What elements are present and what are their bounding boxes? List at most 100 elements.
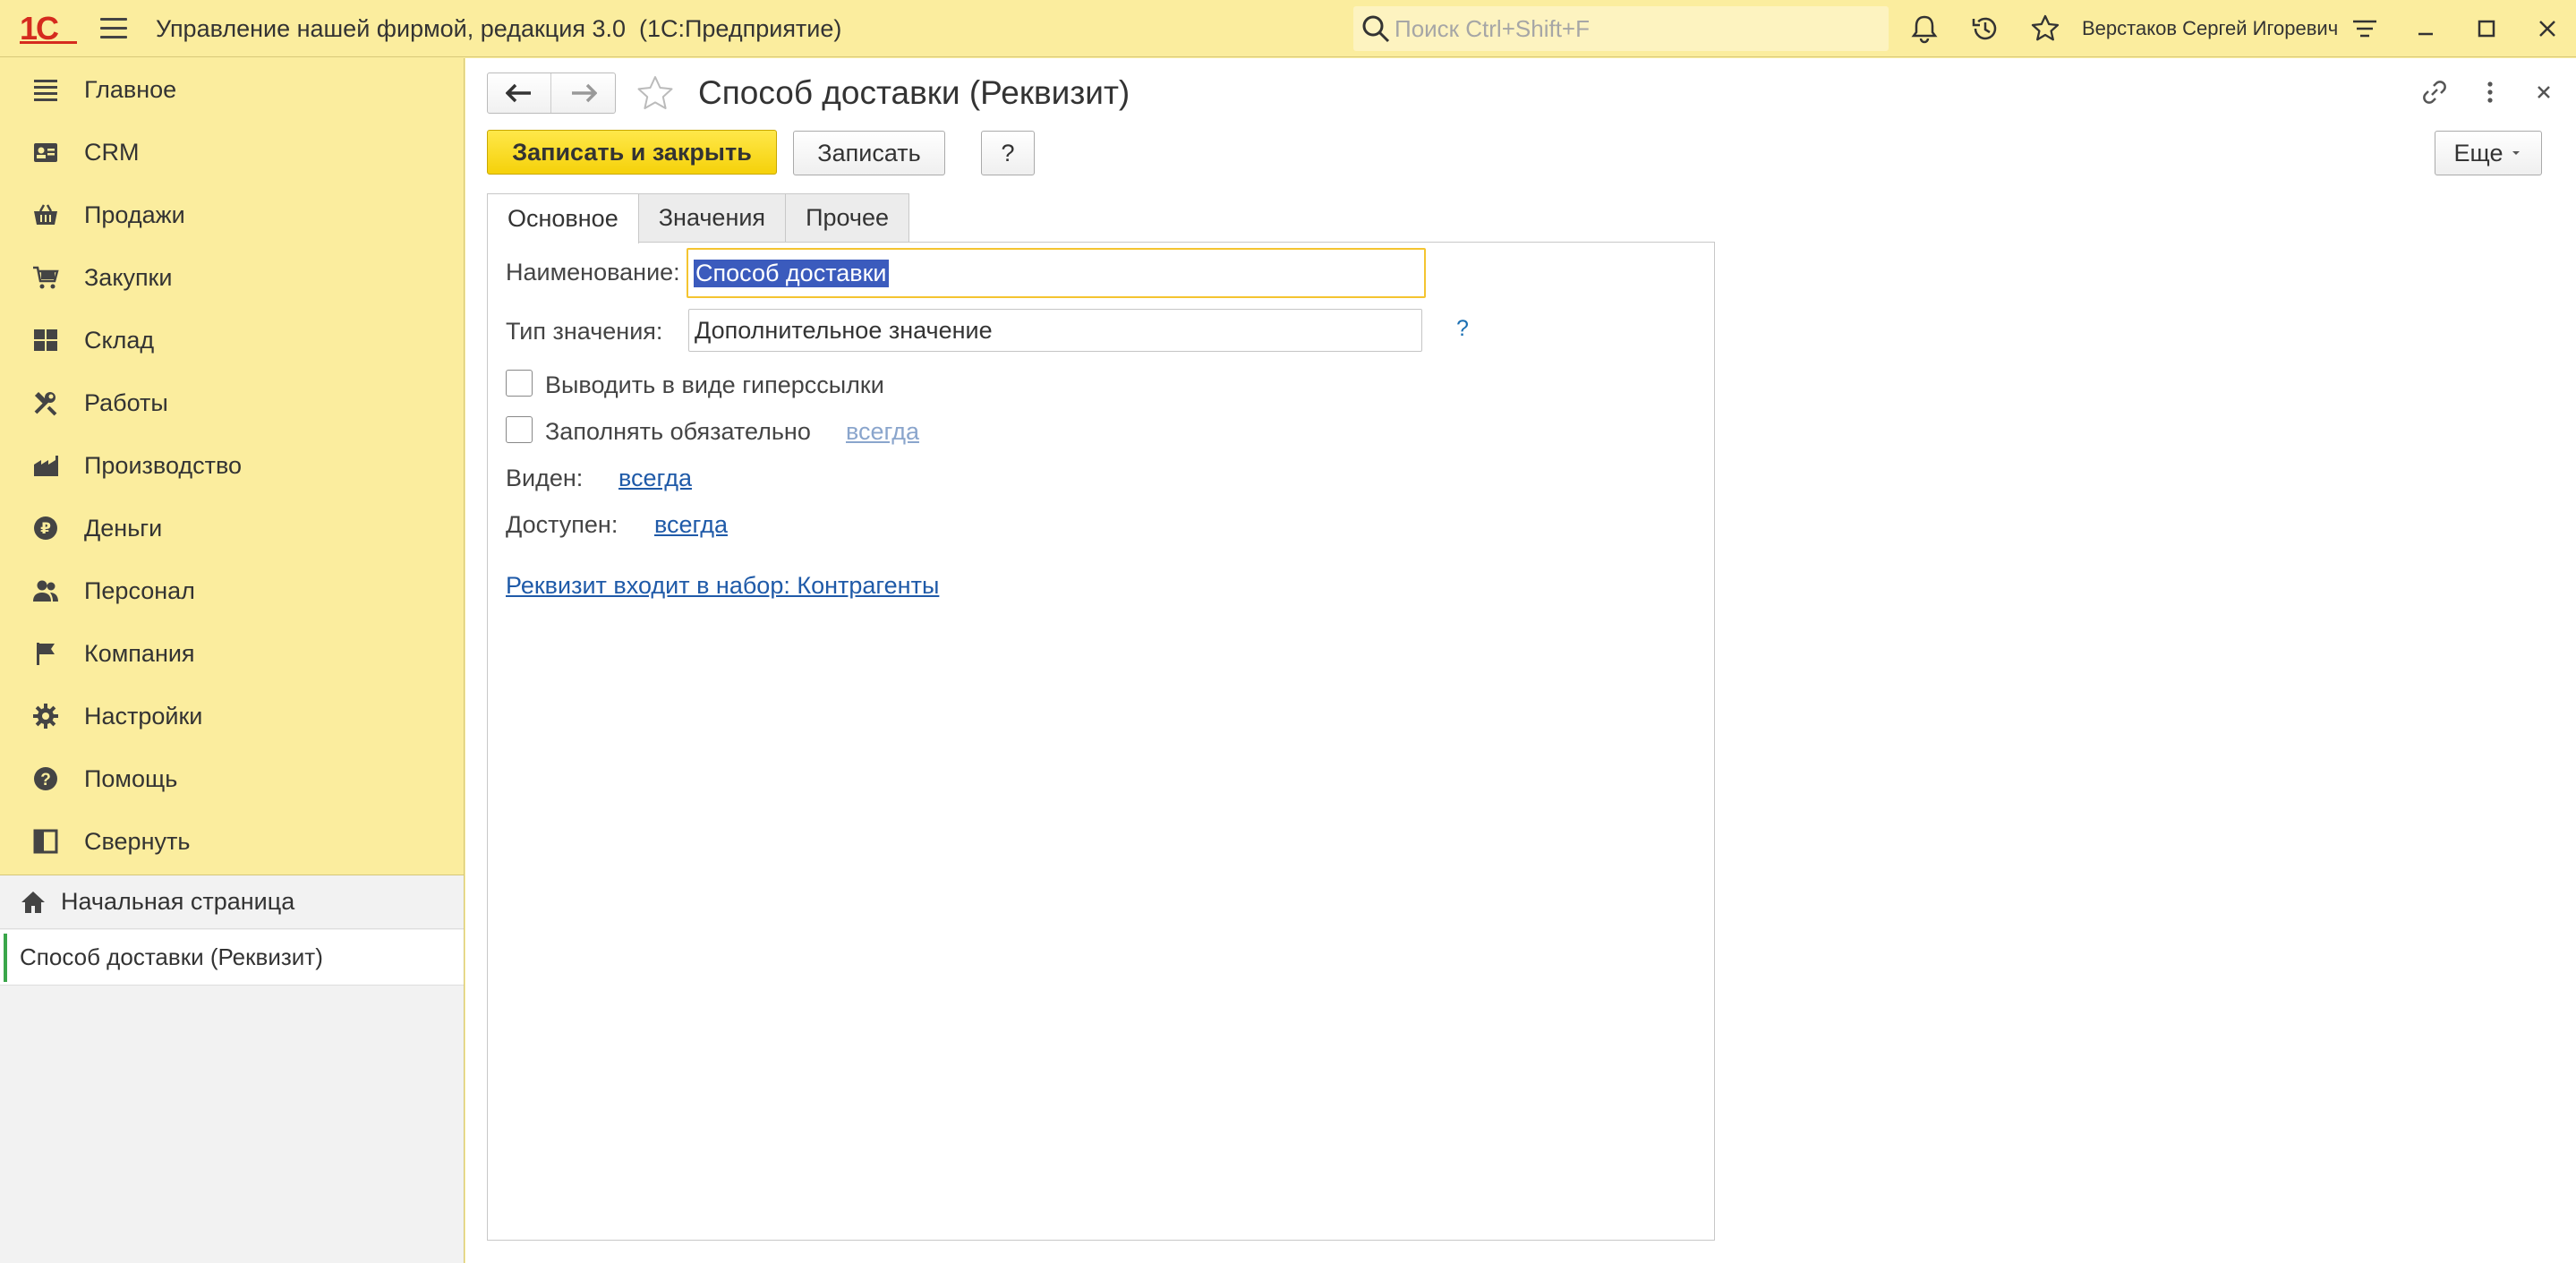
hyperlink-checkbox-label[interactable]: Выводить в виде гиперссылки — [545, 371, 884, 399]
home-page-label: Начальная страница — [61, 888, 295, 915]
ruble-coin-icon: ₽ — [30, 513, 61, 543]
sidebar-item-help[interactable]: ? Помощь — [0, 747, 465, 810]
sidebar-item-label: Компания — [84, 639, 195, 667]
flag-icon — [30, 638, 61, 669]
sidebar-item-personnel[interactable]: Персонал — [0, 559, 465, 622]
visible-label: Виден: — [506, 465, 584, 491]
favorites-star-icon[interactable] — [2029, 13, 2061, 45]
sidebar-item-sales[interactable]: Продажи — [0, 183, 465, 246]
arrow-left-icon — [506, 83, 531, 103]
tab-panel-main: Наименование: Способ доставки Тип значен… — [487, 242, 1715, 1241]
tab-other[interactable]: Прочее — [785, 193, 910, 242]
save-button[interactable]: Записать — [793, 131, 945, 175]
back-button[interactable] — [488, 73, 551, 113]
open-window-label: Способ доставки (Реквизит) — [20, 943, 323, 970]
required-checkbox[interactable] — [506, 416, 533, 443]
value-type-help-link[interactable]: ? — [1456, 316, 1469, 342]
search-icon — [1362, 15, 1390, 43]
sidebar-item-purchases[interactable]: Закупки — [0, 246, 465, 309]
sidebar-item-settings[interactable]: Настройки — [0, 685, 465, 747]
form-window: Способ доставки (Реквизит) Записать и за… — [465, 58, 2576, 1263]
sidebar-item-label: CRM — [84, 138, 140, 166]
save-and-close-button[interactable]: Записать и закрыть — [487, 130, 777, 175]
hyperlink-checkbox[interactable] — [506, 370, 533, 397]
sidebar-item-production[interactable]: Производство — [0, 434, 465, 497]
sidebar-item-label: Работы — [84, 388, 168, 416]
home-page-item[interactable]: Начальная страница — [0, 875, 464, 929]
open-window-item[interactable]: Способ доставки (Реквизит) — [0, 930, 464, 986]
sidebar-item-label: Склад — [84, 326, 155, 354]
name-label: Наименование: — [506, 259, 680, 286]
shopping-cart-icon — [30, 262, 61, 293]
sidebar-item-collapse[interactable]: Свернуть — [0, 810, 465, 873]
required-condition-link[interactable]: всегда — [846, 418, 919, 446]
sidebar-item-crm[interactable]: CRM — [0, 121, 465, 183]
bell-icon[interactable] — [1908, 13, 1941, 45]
forward-button[interactable] — [551, 73, 615, 113]
sidebar-item-label: Настройки — [84, 702, 203, 730]
1c-logo[interactable]: 1С — [20, 11, 77, 47]
help-button[interactable]: ? — [981, 131, 1035, 175]
sidebar-item-label: Свернуть — [84, 827, 191, 855]
sidebar-item-label: Продажи — [84, 201, 185, 228]
contact-card-icon — [30, 137, 61, 167]
app-title: Управление нашей фирмой, редакция 3.0 (1… — [156, 15, 842, 42]
tab-values[interactable]: Значения — [637, 193, 787, 242]
search-input[interactable] — [1395, 14, 1878, 43]
visible-condition-link[interactable]: всегда — [618, 465, 692, 492]
main-menu-icon[interactable] — [100, 18, 127, 39]
shopping-basket-icon — [30, 200, 61, 230]
sidebar-item-label: Главное — [84, 75, 177, 103]
sidebar: Главное CRM Продажи Закупки Склад Работы… — [0, 58, 465, 875]
more-vertical-icon[interactable] — [2474, 76, 2506, 108]
value-type-field[interactable]: Дополнительное значение — [688, 309, 1422, 352]
list-icon — [30, 74, 61, 105]
sidebar-item-warehouse[interactable]: Склад — [0, 309, 465, 371]
collapse-panel-icon — [30, 826, 61, 857]
name-field-value: Способ доставки — [694, 259, 889, 287]
sidebar-item-company[interactable]: Компания — [0, 622, 465, 685]
sidebar-item-label: Помощь — [84, 764, 178, 792]
more-button-label: Еще — [2453, 139, 2503, 166]
home-icon — [21, 892, 45, 913]
global-search[interactable] — [1353, 6, 1889, 51]
chevron-down-icon — [2512, 151, 2521, 155]
svg-text:?: ? — [40, 771, 51, 789]
settings-lines-icon[interactable] — [2349, 13, 2381, 45]
available-condition-link[interactable]: всегда — [654, 511, 728, 539]
close-form-icon[interactable] — [2528, 76, 2560, 108]
warehouse-grid-icon — [30, 325, 61, 355]
sidebar-item-label: Производство — [84, 451, 243, 479]
gear-icon — [30, 701, 61, 731]
link-icon[interactable] — [2418, 76, 2451, 108]
name-field[interactable]: Способ доставки — [687, 248, 1426, 298]
history-nav — [487, 73, 616, 114]
form-tabs: Основное Значения Прочее — [487, 193, 910, 243]
attribute-set-link[interactable]: Реквизит входит в набор: Контрагенты — [506, 572, 939, 600]
factory-icon — [30, 450, 61, 481]
history-icon[interactable] — [1969, 13, 2001, 45]
help-circle-icon: ? — [30, 764, 61, 794]
add-to-favorites-star-icon[interactable] — [635, 74, 675, 114]
value-type-label: Тип значения: — [506, 318, 663, 345]
arrow-right-icon — [571, 83, 597, 103]
sidebar-item-main[interactable]: Главное — [0, 58, 465, 121]
more-button[interactable]: Еще — [2435, 131, 2542, 175]
sidebar-item-label: Персонал — [84, 576, 195, 604]
active-window-marker — [4, 934, 7, 982]
sidebar-item-label: Деньги — [84, 514, 163, 542]
sidebar-item-money[interactable]: ₽ Деньги — [0, 497, 465, 559]
sidebar-item-works[interactable]: Работы — [0, 371, 465, 434]
open-windows-panel: Начальная страница Способ доставки (Рекв… — [0, 875, 465, 1263]
form-title: Способ доставки (Реквизит) — [698, 74, 1130, 111]
tools-icon — [30, 388, 61, 418]
svg-text:₽: ₽ — [40, 520, 51, 538]
tab-main[interactable]: Основное — [487, 193, 639, 243]
close-window-icon[interactable] — [2531, 13, 2563, 45]
required-checkbox-label[interactable]: Заполнять обязательно — [545, 418, 811, 446]
maximize-icon[interactable] — [2470, 13, 2503, 45]
available-label: Доступен: — [506, 511, 618, 538]
top-bar: 1С Управление нашей фирмой, редакция 3.0… — [0, 0, 2576, 57]
minimize-icon[interactable] — [2410, 13, 2442, 45]
user-name[interactable]: Верстаков Сергей Игоревич — [2082, 17, 2338, 40]
